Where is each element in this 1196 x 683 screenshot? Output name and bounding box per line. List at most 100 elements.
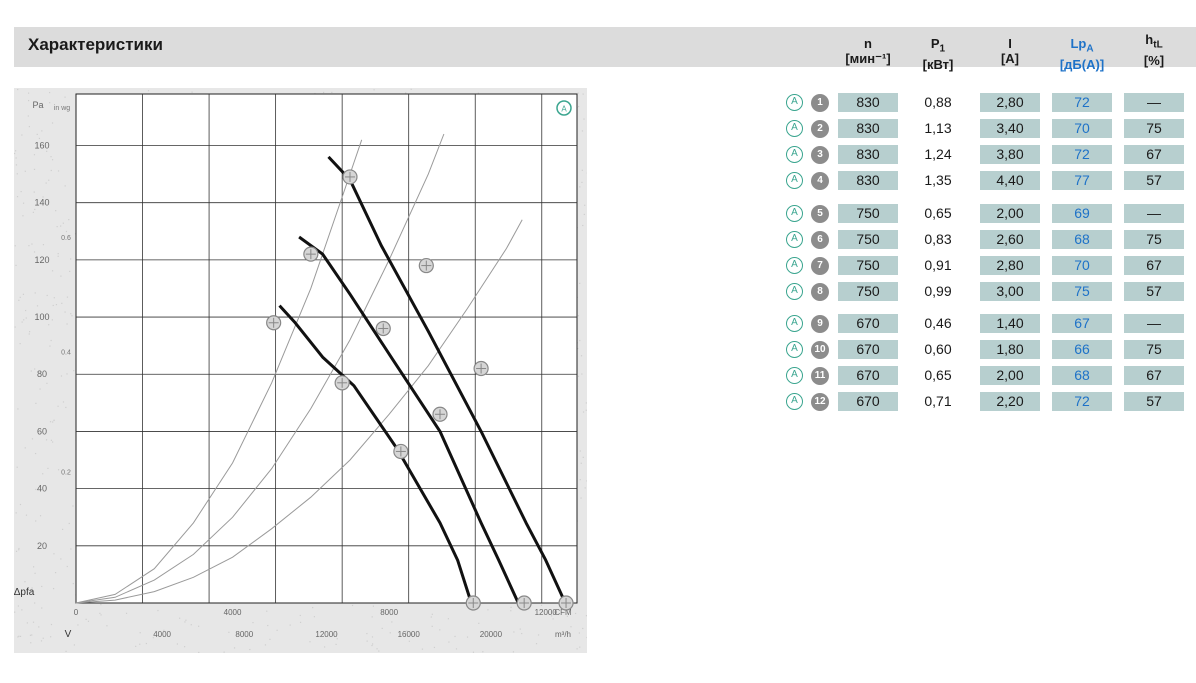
operating-point-number: 9 [811,315,829,333]
background-speckle [513,651,514,652]
background-speckle [30,642,31,643]
background-speckle [86,619,87,620]
a-circle-icon: A [786,94,803,111]
background-speckle [33,212,34,213]
cell-n: 670 [838,340,898,359]
y-tick-label: 60 [37,426,47,436]
a-circle-icon: A [786,205,803,222]
background-speckle [185,620,186,621]
background-speckle [74,644,75,645]
column-lp-unit: [дБ(А)] [1052,57,1112,72]
background-speckle [300,622,301,623]
operating-point-number: 10 [811,341,829,359]
cell-i: 2,00 [980,204,1040,223]
background-speckle [48,180,49,181]
a-circle-icon: A [786,146,803,163]
background-speckle [521,633,522,634]
operating-point-number: 1 [811,94,829,112]
background-speckle [68,219,69,220]
background-speckle [61,303,62,304]
cell-i: 1,80 [980,340,1040,359]
background-speckle [135,646,136,647]
background-speckle [553,618,554,619]
background-speckle [60,558,61,559]
background-speckle [52,421,53,422]
background-speckle [34,169,35,170]
background-speckle [53,553,54,554]
background-speckle [579,340,580,341]
cell-h: 57 [1124,282,1184,301]
background-speckle [17,196,18,197]
cell-h: 67 [1124,256,1184,275]
column-p1-unit: [кВт] [908,57,968,72]
background-speckle [586,410,587,411]
operating-point-number: 8 [811,283,829,301]
background-speckle [198,652,199,653]
background-speckle [99,613,100,614]
background-speckle [54,297,55,298]
background-speckle [432,626,433,627]
background-speckle [34,368,35,369]
column-n-label: n [864,36,872,51]
cell-lp: 69 [1052,204,1112,223]
background-speckle [252,622,253,623]
background-speckle [34,209,35,210]
background-speckle [584,214,585,215]
cell-n: 830 [838,93,898,112]
cell-n: 670 [838,366,898,385]
operating-point-number: 2 [811,120,829,138]
background-speckle [58,469,59,470]
background-speckle [42,473,43,474]
background-speckle [578,315,579,316]
background-speckle [513,631,514,632]
background-speckle [60,276,61,277]
background-speckle [47,468,48,469]
background-speckle [69,271,70,272]
background-speckle [52,122,53,123]
background-speckle [536,643,537,644]
background-speckle [373,606,374,607]
background-speckle [390,632,391,633]
background-speckle [66,373,67,374]
y-axis-symbol: Δpfa [14,587,35,598]
y-tick-label: 80 [37,369,47,379]
cell-i: 3,80 [980,145,1040,164]
background-speckle [88,621,89,622]
column-header-n: n [мин⁻¹] [838,36,898,66]
cell-n: 830 [838,119,898,138]
cell-lp: 72 [1052,145,1112,164]
background-speckle [191,92,192,93]
background-speckle [184,621,185,622]
background-speckle [73,370,74,371]
a-circle-icon: A [786,120,803,137]
background-speckle [64,97,65,98]
background-speckle [52,319,53,320]
background-speckle [139,644,140,645]
background-speckle [267,625,268,626]
background-speckle [538,634,539,635]
background-speckle [323,92,324,93]
background-speckle [456,648,457,649]
background-speckle [37,305,38,306]
background-speckle [510,610,511,611]
background-speckle [66,231,67,232]
cell-p1: 0,71 [908,392,968,411]
background-speckle [336,644,337,645]
background-speckle [43,244,44,245]
background-speckle [73,583,74,584]
background-speckle [56,304,57,305]
cell-h: — [1124,204,1184,223]
background-speckle [578,106,579,107]
background-speckle [51,170,52,171]
cell-n: 670 [838,314,898,333]
column-h-unit: [%] [1124,53,1184,68]
background-speckle [434,647,435,648]
background-speckle [309,641,310,642]
cell-i: 2,60 [980,230,1040,249]
cell-p1: 0,60 [908,340,968,359]
background-speckle [411,89,412,90]
cell-i: 4,40 [980,171,1040,190]
a-circle-icon: A [786,341,803,358]
background-speckle [15,245,16,246]
background-speckle [51,624,52,625]
